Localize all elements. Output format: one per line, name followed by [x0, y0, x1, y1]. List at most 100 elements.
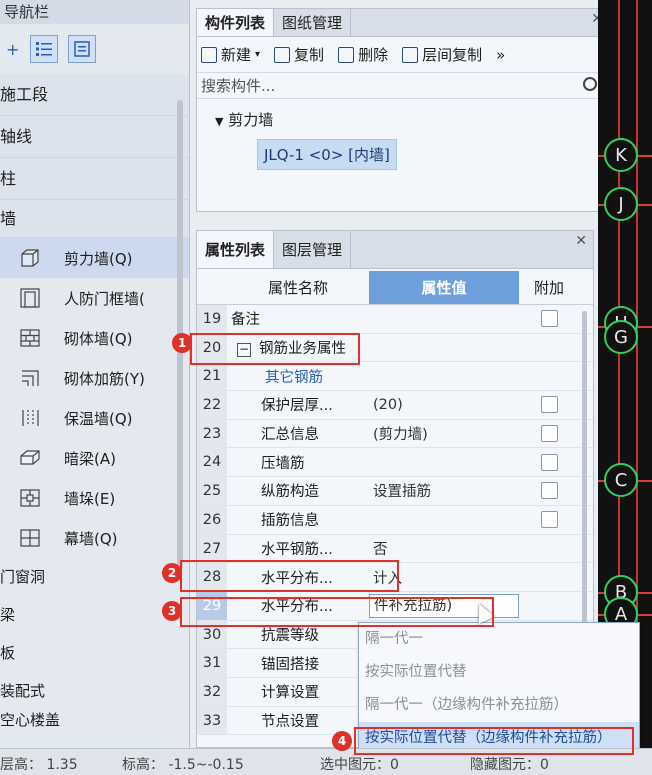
header-property-value: 属性值 — [369, 271, 519, 304]
nav-group-wall[interactable]: 墙 — [0, 200, 189, 238]
axis-label[interactable]: G — [604, 320, 638, 354]
extra-checkbox[interactable] — [540, 310, 558, 328]
detail-view-icon[interactable] — [68, 35, 96, 63]
nav-item-label: 幕墙(Q) — [64, 529, 118, 548]
nav-item-label: 暗梁(A) — [64, 449, 116, 468]
component-list-panel: 构件列表 图纸管理 ✕ 新建▾ 复制 删除 层间复制 » 搜索构件... ▼ 剪… — [196, 8, 610, 212]
table-row[interactable]: 19 备注 — [197, 305, 593, 334]
annotation-number: 1 — [172, 333, 192, 353]
floor-copy-icon — [402, 46, 419, 63]
nav-group-door-window-opening[interactable]: 门窗洞 — [0, 558, 189, 596]
masonry-wall-icon — [18, 326, 42, 350]
tree-leaf-jlq-1[interactable]: JLQ-1 <0> [内墙] — [257, 139, 397, 170]
nav-group-prefabricated[interactable]: 装配式 — [0, 672, 189, 710]
curtain-wall-icon — [18, 526, 42, 550]
nav-item-insulation-wall[interactable]: 保温墙(Q) — [0, 398, 189, 438]
hidden-beam-icon — [18, 446, 42, 470]
hidden-count: 隐藏图元：0 — [470, 757, 549, 773]
nav-item-label: 剪力墙(Q) — [64, 249, 133, 268]
extra-checkbox[interactable] — [540, 482, 558, 500]
axis-label[interactable]: C — [604, 463, 638, 497]
dropdown-option[interactable]: 隔一代一 — [359, 623, 639, 656]
trash-icon — [338, 46, 355, 63]
civil-defense-door-wall-icon — [18, 286, 42, 310]
expand-icon[interactable]: ▼ — [215, 115, 223, 128]
annotation-box — [354, 727, 634, 755]
masonry-rebar-icon — [18, 366, 42, 390]
search-input[interactable]: 搜索构件... — [197, 73, 609, 99]
chevron-down-icon: ▾ — [255, 49, 261, 60]
tab-property-list[interactable]: 属性列表 — [197, 231, 275, 268]
axis-label[interactable]: K — [604, 138, 638, 172]
nav-item-curtain-wall[interactable]: 幕墙(Q) — [0, 518, 189, 558]
annotation-box — [190, 333, 360, 365]
search-icon[interactable] — [583, 77, 597, 91]
tab-layer-management[interactable]: 图层管理 — [274, 231, 352, 268]
nav-item-wall-pier[interactable]: 墙垛(E) — [0, 478, 189, 518]
extra-checkbox[interactable] — [540, 425, 558, 443]
annotation-number: 2 — [162, 563, 182, 583]
delete-button[interactable]: 删除 — [338, 44, 388, 65]
table-row[interactable]: 25 纵筋构造 设置插筋 — [197, 477, 593, 506]
header-property-name: 属性名称 — [267, 279, 328, 297]
nav-group-beam[interactable]: 梁 — [0, 596, 189, 634]
annotation-box — [180, 560, 399, 592]
new-icon — [201, 46, 217, 63]
annotation-number: 3 — [162, 601, 182, 621]
nav-group-construction-section[interactable]: 施工段 — [0, 74, 189, 116]
nav-item-hidden-beam[interactable]: 暗梁(A) — [0, 438, 189, 478]
copy-icon — [274, 46, 291, 63]
list-view-icon[interactable] — [30, 35, 58, 63]
insulation-wall-icon — [18, 406, 42, 430]
nav-group-hollow-floor[interactable]: 空心楼盖 — [0, 710, 189, 730]
tree-node-shear-wall[interactable]: ▼ 剪力墙 — [215, 107, 609, 133]
nav-item-masonry-wall[interactable]: 砌体墙(Q) — [0, 318, 189, 358]
floor-height-readout: 层高： 1.35 — [0, 757, 78, 773]
nav-item-label: 保温墙(Q) — [64, 409, 133, 428]
nav-item-masonry-rebar[interactable]: 砌体加筋(Y) — [0, 358, 189, 398]
new-button[interactable]: 新建 ▾ — [201, 44, 260, 65]
annotation-box — [180, 597, 494, 627]
property-tabs: 属性列表 图层管理 — [197, 231, 593, 269]
table-row[interactable]: 24 压墙筋 — [197, 448, 593, 478]
selected-count: 选中图元：0 — [320, 757, 399, 773]
tab-drawing-management[interactable]: 图纸管理 — [274, 9, 352, 36]
extra-checkbox[interactable] — [540, 453, 558, 471]
axis-label[interactable]: J — [604, 187, 638, 221]
component-toolbar: 新建 ▾ 复制 删除 层间复制 » — [197, 37, 609, 73]
table-row[interactable]: 26 插筋信息 — [197, 505, 593, 535]
dropdown-option[interactable]: 按实际位置代替 — [359, 656, 639, 689]
table-row[interactable]: 22 保护层厚... (20) — [197, 391, 593, 420]
nav-item-shear-wall[interactable]: 剪力墙(Q) — [0, 238, 189, 278]
more-button[interactable]: » — [496, 46, 505, 64]
dropdown-option[interactable]: 隔一代一（边缘构件补充拉筋） — [359, 689, 639, 722]
wall-pier-icon — [18, 486, 42, 510]
extra-checkbox[interactable] — [540, 396, 558, 414]
nav-title: 导航栏 — [0, 0, 189, 24]
nav-item-label: 墙垛(E) — [64, 489, 116, 508]
nav-group-column[interactable]: 柱 — [0, 158, 189, 200]
nav-item-label: 人防门框墙( — [64, 289, 145, 308]
shear-wall-icon — [18, 246, 42, 270]
navigation-panel: 导航栏 + 施工段 轴线 柱 墙 剪力墙(Q) 人防门框墙( 砌体墙(Q) 砌体… — [0, 0, 190, 748]
extra-checkbox[interactable] — [540, 511, 558, 529]
nav-item-label: 砌体墙(Q) — [64, 329, 133, 348]
copy-button[interactable]: 复制 — [274, 44, 324, 65]
nav-group-slab[interactable]: 板 — [0, 634, 189, 672]
elevation-readout: 标高： -1.5~-0.15 — [122, 757, 244, 773]
close-icon[interactable]: ✕ — [575, 233, 587, 249]
component-tree: ▼ 剪力墙 JLQ-1 <0> [内墙] — [197, 99, 609, 170]
component-tabs: 构件列表 图纸管理 — [197, 9, 609, 37]
table-row[interactable]: 21 其它钢筋 — [197, 362, 593, 392]
floor-copy-button[interactable]: 层间复制 — [402, 44, 482, 65]
header-extra: 附加 — [533, 279, 564, 297]
tab-component-list[interactable]: 构件列表 — [197, 9, 275, 36]
table-row[interactable]: 23 汇总信息 (剪力墙) — [197, 419, 593, 449]
annotation-number: 4 — [332, 731, 352, 751]
table-row[interactable]: 27 水平钢筋... 否 — [197, 534, 593, 564]
add-icon[interactable]: + — [6, 40, 20, 59]
nav-group-axis[interactable]: 轴线 — [0, 116, 189, 158]
property-table-header: 属性名称 属性值 附加 — [197, 271, 593, 305]
nav-item-label: 砌体加筋(Y) — [64, 369, 145, 388]
nav-item-civil-defense-door-wall[interactable]: 人防门框墙( — [0, 278, 189, 318]
